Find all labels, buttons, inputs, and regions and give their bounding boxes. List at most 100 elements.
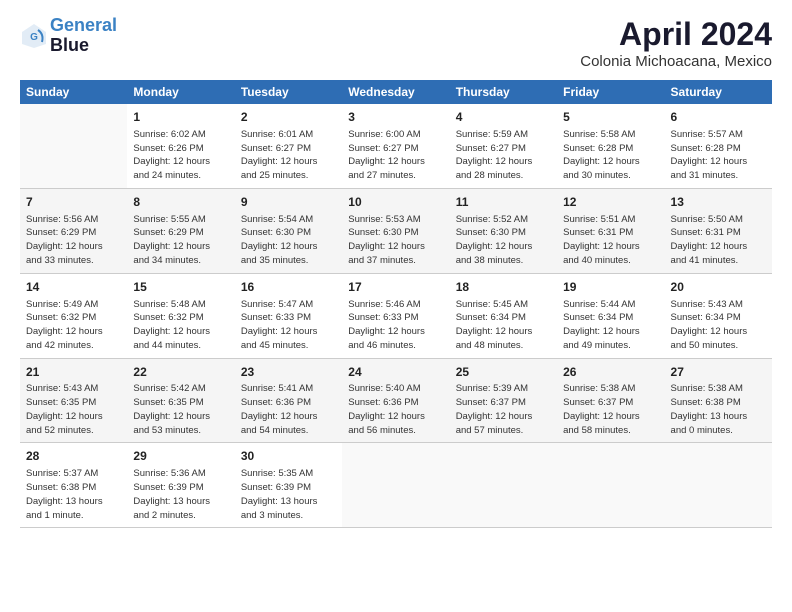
day-number: 19 [563, 279, 658, 296]
day-info: Sunrise: 5:49 AM Sunset: 6:32 PM Dayligh… [26, 298, 121, 353]
day-info: Sunrise: 5:38 AM Sunset: 6:37 PM Dayligh… [563, 382, 658, 437]
day-info: Sunrise: 5:59 AM Sunset: 6:27 PM Dayligh… [456, 128, 551, 183]
day-cell: 14 Sunrise: 5:49 AM Sunset: 6:32 PM Dayli… [20, 273, 127, 358]
day-cell: 21Sunrise: 5:43 AM Sunset: 6:35 PM Dayli… [20, 358, 127, 443]
day-cell [342, 443, 449, 528]
day-cell: 8Sunrise: 5:55 AM Sunset: 6:29 PM Daylig… [127, 188, 234, 273]
day-info: Sunrise: 5:48 AM Sunset: 6:32 PM Dayligh… [133, 298, 228, 353]
day-cell: 10Sunrise: 5:53 AM Sunset: 6:30 PM Dayli… [342, 188, 449, 273]
day-number: 8 [133, 194, 228, 211]
day-number: 3 [348, 109, 443, 126]
day-info: Sunrise: 5:40 AM Sunset: 6:36 PM Dayligh… [348, 382, 443, 437]
header: G General Blue April 2024 Colonia Michoa… [20, 16, 772, 70]
day-cell: 1 Sunrise: 6:02 AM Sunset: 6:26 PM Daylig… [127, 104, 234, 188]
day-info: Sunrise: 5:46 AM Sunset: 6:33 PM Dayligh… [348, 298, 443, 353]
day-cell: 4 Sunrise: 5:59 AM Sunset: 6:27 PM Daylig… [450, 104, 557, 188]
day-cell: 19 Sunrise: 5:44 AM Sunset: 6:34 PM Dayli… [557, 273, 664, 358]
col-header-tuesday: Tuesday [235, 80, 342, 104]
day-info: Sunrise: 5:43 AM Sunset: 6:34 PM Dayligh… [671, 298, 766, 353]
day-number: 9 [241, 194, 336, 211]
day-number: 25 [456, 364, 551, 381]
day-cell [450, 443, 557, 528]
col-header-saturday: Saturday [665, 80, 772, 104]
location-subtitle: Colonia Michoacana, Mexico [580, 53, 772, 70]
day-cell: 20Sunrise: 5:43 AM Sunset: 6:34 PM Dayli… [665, 273, 772, 358]
day-info: Sunrise: 5:53 AM Sunset: 6:30 PM Dayligh… [348, 213, 443, 268]
day-number: 1 [133, 109, 228, 126]
col-header-friday: Friday [557, 80, 664, 104]
day-number: 29 [133, 448, 228, 465]
week-row-4: 21Sunrise: 5:43 AM Sunset: 6:35 PM Dayli… [20, 358, 772, 443]
day-number: 21 [26, 364, 121, 381]
day-cell: 12 Sunrise: 5:51 AM Sunset: 6:31 PM Dayli… [557, 188, 664, 273]
day-cell: 9 Sunrise: 5:54 AM Sunset: 6:30 PM Daylig… [235, 188, 342, 273]
svg-text:G: G [30, 32, 38, 43]
day-info: Sunrise: 6:02 AM Sunset: 6:26 PM Dayligh… [133, 128, 228, 183]
week-row-1: 1 Sunrise: 6:02 AM Sunset: 6:26 PM Daylig… [20, 104, 772, 188]
day-cell: 25Sunrise: 5:39 AM Sunset: 6:37 PM Dayli… [450, 358, 557, 443]
day-number: 12 [563, 194, 658, 211]
day-cell [20, 104, 127, 188]
day-info: Sunrise: 5:44 AM Sunset: 6:34 PM Dayligh… [563, 298, 658, 353]
day-info: Sunrise: 5:43 AM Sunset: 6:35 PM Dayligh… [26, 382, 121, 437]
day-number: 30 [241, 448, 336, 465]
day-cell: 30 Sunrise: 5:35 AM Sunset: 6:39 PM Dayli… [235, 443, 342, 528]
day-cell: 18Sunrise: 5:45 AM Sunset: 6:34 PM Dayli… [450, 273, 557, 358]
day-number: 4 [456, 109, 551, 126]
day-number: 28 [26, 448, 121, 465]
day-cell: 22Sunrise: 5:42 AM Sunset: 6:35 PM Dayli… [127, 358, 234, 443]
day-cell: 29 Sunrise: 5:36 AM Sunset: 6:39 PM Dayli… [127, 443, 234, 528]
day-number: 27 [671, 364, 766, 381]
day-number: 2 [241, 109, 336, 126]
day-cell: 24Sunrise: 5:40 AM Sunset: 6:36 PM Dayli… [342, 358, 449, 443]
day-number: 7 [26, 194, 121, 211]
day-info: Sunrise: 5:47 AM Sunset: 6:33 PM Dayligh… [241, 298, 336, 353]
day-cell: 26Sunrise: 5:38 AM Sunset: 6:37 PM Dayli… [557, 358, 664, 443]
day-info: Sunrise: 5:38 AM Sunset: 6:38 PM Dayligh… [671, 382, 766, 437]
logo-text: General Blue [50, 16, 117, 56]
day-info: Sunrise: 5:50 AM Sunset: 6:31 PM Dayligh… [671, 213, 766, 268]
day-info: Sunrise: 6:01 AM Sunset: 6:27 PM Dayligh… [241, 128, 336, 183]
day-number: 16 [241, 279, 336, 296]
day-info: Sunrise: 5:56 AM Sunset: 6:29 PM Dayligh… [26, 213, 121, 268]
day-info: Sunrise: 5:54 AM Sunset: 6:30 PM Dayligh… [241, 213, 336, 268]
calendar-header-row: SundayMondayTuesdayWednesdayThursdayFrid… [20, 80, 772, 104]
title-block: April 2024 Colonia Michoacana, Mexico [580, 16, 772, 70]
day-number: 26 [563, 364, 658, 381]
day-number: 13 [671, 194, 766, 211]
day-cell [557, 443, 664, 528]
day-cell: 5Sunrise: 5:58 AM Sunset: 6:28 PM Daylig… [557, 104, 664, 188]
day-info: Sunrise: 5:37 AM Sunset: 6:38 PM Dayligh… [26, 467, 121, 522]
day-number: 14 [26, 279, 121, 296]
day-cell: 28 Sunrise: 5:37 AM Sunset: 6:38 PM Dayli… [20, 443, 127, 528]
calendar-table: SundayMondayTuesdayWednesdayThursdayFrid… [20, 80, 772, 528]
day-number: 23 [241, 364, 336, 381]
day-cell: 17Sunrise: 5:46 AM Sunset: 6:33 PM Dayli… [342, 273, 449, 358]
col-header-sunday: Sunday [20, 80, 127, 104]
day-cell: 3 Sunrise: 6:00 AM Sunset: 6:27 PM Daylig… [342, 104, 449, 188]
day-number: 18 [456, 279, 551, 296]
day-cell: 23Sunrise: 5:41 AM Sunset: 6:36 PM Dayli… [235, 358, 342, 443]
day-info: Sunrise: 6:00 AM Sunset: 6:27 PM Dayligh… [348, 128, 443, 183]
day-info: Sunrise: 5:42 AM Sunset: 6:35 PM Dayligh… [133, 382, 228, 437]
day-info: Sunrise: 5:57 AM Sunset: 6:28 PM Dayligh… [671, 128, 766, 183]
logo-blue: Blue [50, 35, 89, 55]
day-info: Sunrise: 5:51 AM Sunset: 6:31 PM Dayligh… [563, 213, 658, 268]
page: G General Blue April 2024 Colonia Michoa… [0, 0, 792, 544]
day-cell [665, 443, 772, 528]
day-info: Sunrise: 5:41 AM Sunset: 6:36 PM Dayligh… [241, 382, 336, 437]
day-cell: 11 Sunrise: 5:52 AM Sunset: 6:30 PM Dayli… [450, 188, 557, 273]
day-number: 24 [348, 364, 443, 381]
logo-general: General [50, 15, 117, 35]
day-info: Sunrise: 5:58 AM Sunset: 6:28 PM Dayligh… [563, 128, 658, 183]
day-info: Sunrise: 5:52 AM Sunset: 6:30 PM Dayligh… [456, 213, 551, 268]
day-info: Sunrise: 5:36 AM Sunset: 6:39 PM Dayligh… [133, 467, 228, 522]
day-number: 11 [456, 194, 551, 211]
logo-icon: G [20, 22, 48, 50]
col-header-monday: Monday [127, 80, 234, 104]
day-number: 22 [133, 364, 228, 381]
col-header-wednesday: Wednesday [342, 80, 449, 104]
day-info: Sunrise: 5:35 AM Sunset: 6:39 PM Dayligh… [241, 467, 336, 522]
day-cell: 2 Sunrise: 6:01 AM Sunset: 6:27 PM Daylig… [235, 104, 342, 188]
day-cell: 13 Sunrise: 5:50 AM Sunset: 6:31 PM Dayli… [665, 188, 772, 273]
